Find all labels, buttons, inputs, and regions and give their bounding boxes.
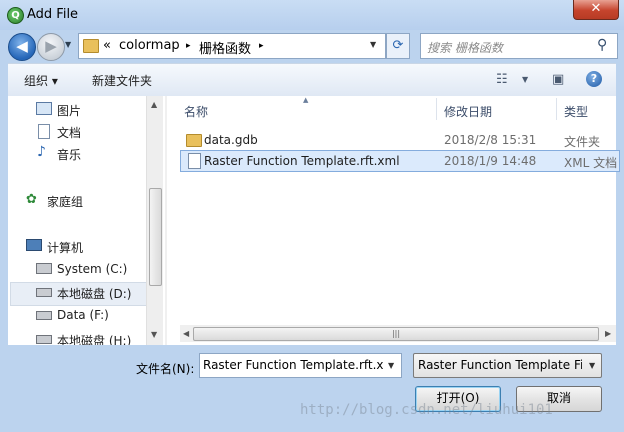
documents-icon [38, 124, 50, 139]
nav-item-computer[interactable]: 计算机 [8, 239, 146, 257]
title-bar: Q Add File ✕ [0, 0, 624, 30]
forward-button[interactable]: ▶ [37, 33, 65, 61]
table-row[interactable]: Raster Function Template.rft.xml 2018/1/… [180, 151, 618, 171]
preview-pane-icon[interactable]: ▣ [552, 72, 564, 87]
horizontal-scrollbar[interactable]: ◀ ||| ▶ [180, 325, 616, 342]
sort-ascending-icon: ▲ [303, 96, 309, 104]
back-button[interactable]: ◀ [8, 33, 36, 61]
watermark: http://blog.csdn.net/liuhui101 [300, 402, 553, 418]
address-overflow[interactable]: « [103, 38, 111, 53]
drive-icon [36, 335, 52, 344]
nav-item-pictures[interactable]: 图片 [8, 102, 146, 120]
homegroup-icon: ✿ [26, 192, 37, 207]
scrollbar-thumb[interactable]: ||| [193, 327, 599, 341]
nav-item-drive-h[interactable]: 本地磁盘 (H:) [8, 331, 146, 345]
breadcrumb-raster-functions[interactable]: 栅格函数 [199, 38, 251, 57]
address-bar[interactable]: « colormap ▸ 栅格函数 ▸ ▼ [78, 33, 386, 59]
filename-label: 文件名(N): [136, 362, 195, 376]
organize-button[interactable]: 组织 ▾ [24, 72, 58, 89]
column-header-name[interactable]: 名称 [184, 103, 208, 120]
table-row[interactable]: data.gdb 2018/2/8 15:31 文件夹 [180, 130, 618, 150]
chevron-right-icon[interactable]: ▸ [259, 41, 264, 51]
address-dropdown-icon[interactable]: ▼ [370, 40, 376, 49]
scroll-right-icon[interactable]: ▶ [605, 329, 611, 338]
nav-item-drive-f[interactable]: Data (F:) [8, 308, 146, 326]
nav-item-label: 图片 [57, 104, 82, 118]
search-icon[interactable]: ⚲ [597, 37, 607, 53]
filename-dropdown-icon[interactable]: ▼ [388, 361, 394, 370]
nav-item-label: 计算机 [47, 241, 84, 255]
filetype-dropdown-icon[interactable]: ▼ [589, 361, 595, 370]
new-folder-button[interactable]: 新建文件夹 [92, 72, 152, 89]
xml-file-icon [188, 153, 201, 169]
app-icon: Q [7, 7, 24, 24]
file-list: ▲ 名称 修改日期 类型 data.gdb 2018/2/8 15:31 文件夹… [168, 96, 620, 345]
help-icon[interactable]: ? [586, 71, 602, 87]
file-name: Raster Function Template.rft.xml [204, 154, 400, 168]
search-input[interactable]: 搜索 栅格函数 ⚲ [420, 33, 618, 59]
nav-item-label: Data (F:) [57, 308, 109, 322]
nav-item-label: 本地磁盘 (D:) [57, 287, 132, 301]
folder-icon [83, 39, 99, 53]
file-modified: 2018/2/8 15:31 [444, 133, 537, 147]
filename-value[interactable]: Raster Function Template.rft.xml [203, 358, 383, 372]
music-icon: ♪ [37, 144, 46, 160]
column-separator[interactable] [556, 98, 557, 120]
scrollbar-thumb[interactable] [149, 188, 162, 286]
file-modified: 2018/1/9 14:48 [444, 154, 537, 168]
file-type: 文件夹 [564, 135, 601, 149]
nav-item-drive-d[interactable]: 本地磁盘 (D:) [8, 285, 146, 303]
search-placeholder: 搜索 栅格函数 [427, 41, 503, 55]
column-header-modified[interactable]: 修改日期 [444, 103, 492, 120]
close-button[interactable]: ✕ [573, 0, 619, 20]
nav-item-homegroup[interactable]: ✿ 家庭组 [8, 192, 146, 211]
pane-divider[interactable] [165, 96, 167, 345]
nav-item-label: 音乐 [57, 148, 82, 162]
nav-item-drive-c[interactable]: System (C:) [8, 262, 146, 280]
column-header-type[interactable]: 类型 [564, 103, 588, 120]
column-separator[interactable] [436, 98, 437, 120]
recent-pages-dropdown-icon[interactable]: ▼ [65, 40, 71, 49]
nav-item-label: 本地磁盘 (H:) [57, 334, 132, 345]
computer-icon [26, 239, 42, 251]
view-options-icon[interactable]: ☷ [496, 72, 508, 87]
navigation-pane: 图片 文档 ♪ 音乐 ✿ 家庭组 计算机 System (C:) 本地磁盘 (D… [8, 96, 163, 345]
scroll-left-icon[interactable]: ◀ [183, 329, 189, 338]
command-toolbar: 组织 ▾ 新建文件夹 ☷ ▼ ▣ ? [8, 63, 616, 97]
folder-icon [186, 134, 202, 147]
scroll-up-icon[interactable]: ▲ [151, 100, 157, 109]
drive-icon [36, 263, 52, 274]
window-title: Add File [27, 7, 79, 22]
nav-item-label: 家庭组 [47, 195, 84, 209]
filetype-select[interactable]: Raster Function Template Files ▼ [413, 353, 602, 378]
filetype-value: Raster Function Template Files [418, 358, 582, 372]
main-area: 图片 文档 ♪ 音乐 ✿ 家庭组 计算机 System (C:) 本地磁盘 (D… [8, 96, 620, 345]
filename-field[interactable]: Raster Function Template.rft.xml ▼ [199, 353, 402, 378]
nav-item-documents[interactable]: 文档 [8, 124, 146, 142]
drive-icon [36, 311, 52, 320]
file-type: XML 文档 [564, 156, 618, 170]
scroll-down-icon[interactable]: ▼ [151, 330, 157, 339]
nav-item-label: System (C:) [57, 262, 128, 276]
pictures-icon [36, 102, 52, 115]
refresh-button[interactable]: ⟳ [386, 33, 410, 59]
nav-item-music[interactable]: ♪ 音乐 [8, 144, 146, 164]
chevron-right-icon[interactable]: ▸ [186, 41, 191, 51]
file-name: data.gdb [204, 133, 258, 147]
breadcrumb-colormap[interactable]: colormap [119, 38, 180, 53]
nav-scrollbar[interactable]: ▲ ▼ [146, 96, 163, 345]
drive-icon [36, 288, 52, 297]
chevron-down-icon[interactable]: ▼ [522, 75, 528, 84]
nav-item-label: 文档 [57, 126, 82, 140]
